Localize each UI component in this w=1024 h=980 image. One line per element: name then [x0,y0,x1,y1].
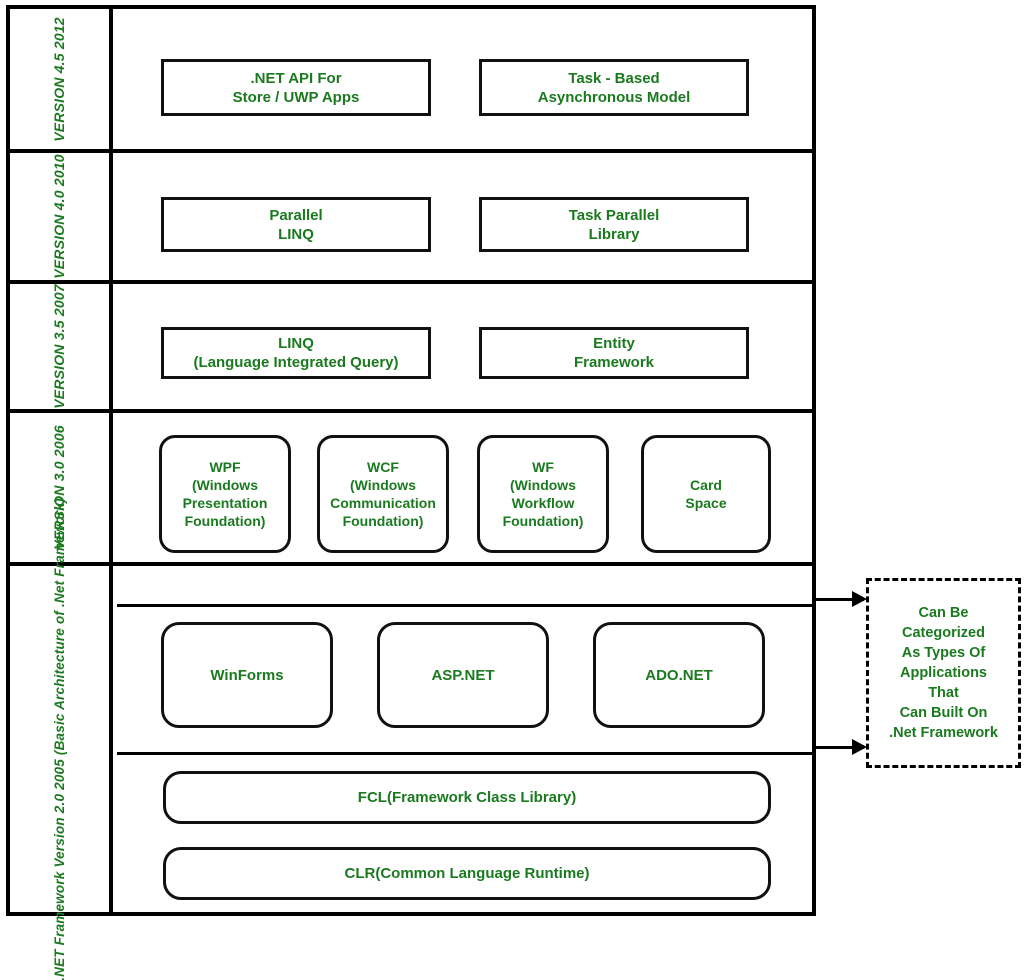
box-asp-net[interactable]: ASP.NET [377,622,549,728]
callout-arrow-line-bottom [117,752,812,755]
row-content-4-5: .NET API For Store / UWP Apps Task - Bas… [113,9,812,149]
box-linq[interactable]: LINQ (Language Integrated Query) [161,327,431,379]
row-content-4-0: Parallel LINQ Task Parallel Library [113,153,812,280]
callout-arrow-line-top [117,604,812,607]
box-winforms[interactable]: WinForms [161,622,333,728]
box-fcl[interactable]: FCL(Framework Class Library) [163,771,771,824]
version-label-3-0-text: VERSION 3.0 2006 [51,425,68,550]
diagram-canvas: VERSION 4.5 2012 .NET API For Store / UW… [0,0,1024,980]
version-label-2-0-text: .NET Framework Version 2.0 2005 (Basic A… [52,497,68,980]
diagram-main-frame: VERSION 4.5 2012 .NET API For Store / UW… [6,5,816,980]
version-label-4-0: VERSION 4.0 2010 [10,153,109,280]
box-entity-framework[interactable]: Entity Framework [479,327,749,379]
box-net-api-store-uwp[interactable]: .NET API For Store / UWP Apps [161,59,431,116]
row-content-2-0: WinForms ASP.NET ADO.NET FCL(Framework C… [113,566,812,912]
callout-arrow-head-bottom [852,739,867,755]
version-label-4-5: VERSION 4.5 2012 [10,9,109,149]
box-wf[interactable]: WF (Windows Workflow Foundation) [477,435,609,553]
box-parallel-linq[interactable]: Parallel LINQ [161,197,431,252]
box-task-parallel-library[interactable]: Task Parallel Library [479,197,749,252]
version-label-3-5-text: VERSION 3.5 2007 [51,284,68,409]
version-label-2-0: .NET Framework Version 2.0 2005 (Basic A… [10,498,109,980]
box-card-space[interactable]: Card Space [641,435,771,553]
version-label-4-5-text: VERSION 4.5 2012 [51,16,68,142]
callout-arrow-head-top [852,591,867,607]
row-content-3-0: WPF (Windows Presentation Foundation) WC… [113,413,812,562]
row-content-3-5: LINQ (Language Integrated Query) Entity … [113,284,812,409]
version-label-3-0: VERSION 3.0 2006 [10,413,109,562]
box-ado-net[interactable]: ADO.NET [593,622,765,728]
box-task-based-async-model[interactable]: Task - Based Asynchronous Model [479,59,749,116]
box-wcf[interactable]: WCF (Windows Communication Foundation) [317,435,449,553]
box-clr[interactable]: CLR(Common Language Runtime) [163,847,771,900]
box-wpf[interactable]: WPF (Windows Presentation Foundation) [159,435,291,553]
callout-box-application-types[interactable]: Can Be Categorized As Types Of Applicati… [866,578,1021,768]
version-label-4-0-text: VERSION 4.0 2010 [51,154,68,279]
version-label-3-5: VERSION 3.5 2007 [10,284,109,409]
